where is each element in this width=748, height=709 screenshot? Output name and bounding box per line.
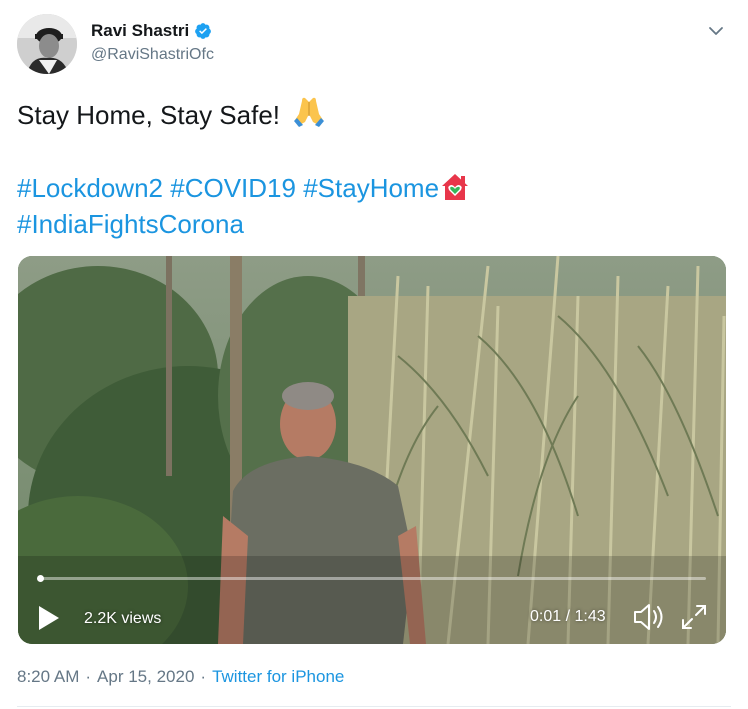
video-frame	[18, 256, 726, 644]
volume-icon[interactable]	[632, 602, 666, 632]
tweet-text: Stay Home, Stay Safe!	[17, 96, 326, 135]
handle[interactable]: @RaviShastriOfc	[91, 46, 214, 64]
tweet-source-link[interactable]: Twitter for iPhone	[212, 667, 344, 687]
tweet-card: Ravi Shastri @RaviShastriOfc Stay Home, …	[0, 0, 748, 709]
video-progress-bar[interactable]	[37, 575, 706, 582]
tweet-time[interactable]: 8:20 AM	[17, 667, 79, 687]
video-time: 0:01 / 1:43	[530, 608, 606, 625]
tweet-date[interactable]: Apr 15, 2020	[97, 667, 194, 687]
meta-separator: ·	[200, 667, 207, 686]
verified-badge-icon	[194, 22, 212, 40]
tweet-text-content: Stay Home, Stay Safe!	[17, 100, 281, 130]
view-count: 2.2K views	[84, 610, 162, 627]
chevron-down-icon[interactable]	[706, 21, 726, 41]
folded-hands-emoji	[292, 96, 326, 135]
meta-separator: ·	[85, 667, 92, 686]
hashtag-lockdown2[interactable]: #Lockdown2	[17, 173, 163, 203]
hashtags: #Lockdown2 #COVID19 #StayHome #IndiaFigh…	[17, 170, 471, 242]
fullscreen-icon[interactable]	[679, 602, 709, 632]
hashtag-indiafightscorona[interactable]: #IndiaFightsCorona	[17, 209, 244, 239]
divider	[17, 706, 731, 707]
author-name-row[interactable]: Ravi Shastri	[91, 21, 212, 41]
play-icon[interactable]	[36, 604, 62, 632]
avatar[interactable]	[17, 14, 77, 74]
tweet-meta: 8:20 AM · Apr 15, 2020 · Twitter for iPh…	[17, 667, 344, 687]
hashtag-stayhome[interactable]: #StayHome	[303, 173, 439, 203]
house-heart-emoji	[439, 172, 471, 202]
hashtag-covid19[interactable]: #COVID19	[170, 173, 296, 203]
video-player[interactable]: 2.2K views 0:01 / 1:43	[18, 256, 726, 644]
display-name[interactable]: Ravi Shastri	[91, 21, 189, 41]
avatar-image	[17, 14, 77, 74]
